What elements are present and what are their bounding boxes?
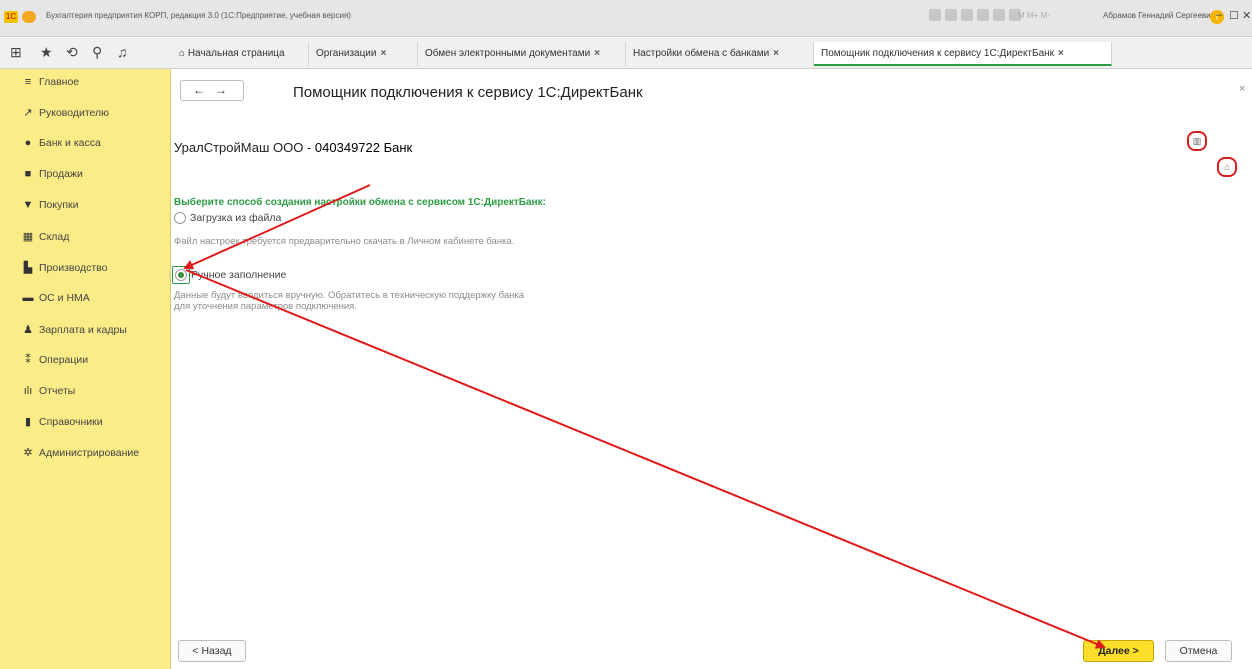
question-label: Выберите способ создания настройки обмен…	[174, 197, 546, 208]
option-file-hint: Файл настроек требуется предварительно с…	[174, 236, 515, 247]
sidebar-item-manager[interactable]: ↗ Руководителю	[0, 100, 170, 126]
close-icon[interactable]: ×	[1058, 48, 1064, 59]
option-file-radio[interactable]	[174, 212, 186, 225]
current-user[interactable]: Абрамов Геннадий Сергеевич	[1103, 11, 1215, 20]
sections-sidebar: ≡ Главное ↗ Руководителю ● Банк и касса ■ Пр…	[0, 69, 171, 669]
apps-grid-icon[interactable]: ⊞	[10, 44, 22, 61]
sidebar-item-bank[interactable]: ● Банк и касса	[0, 130, 170, 156]
home-icon: ⌂	[179, 48, 186, 59]
tab-label: Начальная страница	[187, 48, 285, 59]
organization-bank: УралСтройМаш ООО - 040349722 Банк	[174, 140, 413, 155]
tab-home[interactable]: ⌂ Начальная страница	[172, 42, 309, 66]
close-icon[interactable]: ×	[594, 48, 600, 59]
title-bar: 1С Бухгалтерия предприятия КОРП, редакци…	[0, 0, 1252, 37]
attach-icon[interactable]	[977, 9, 989, 22]
sidebar-item-directories[interactable]: ▮ Справочники	[0, 409, 170, 435]
cart-icon: ▼	[22, 199, 34, 211]
sidebar-item-admin[interactable]: ✲ Администрирование	[0, 440, 170, 466]
sidebar-item-main[interactable]: ≡ Главное	[0, 69, 170, 95]
sidebar-item-salary[interactable]: ♟ Зарплата и кадры	[0, 317, 170, 343]
sidebar-item-production[interactable]: ▙ Производство	[0, 255, 170, 281]
close-icon[interactable]: ×	[380, 48, 386, 59]
option-manual-hint: Данные будут вводиться вручную. Обратите…	[174, 290, 525, 312]
save-icon[interactable]	[929, 9, 941, 22]
back-button[interactable]: < Назад	[178, 640, 246, 662]
next-button[interactable]: Далее >	[1083, 640, 1154, 662]
panel-icons: ⊞ ★ ⟲ ⚲ ♫	[0, 38, 170, 68]
app-title: Бухгалтерия предприятия КОРП, редакция 3…	[46, 11, 351, 20]
tab-label: Помощник подключения к сервису 1С:Директ…	[821, 48, 1055, 59]
nav-buttons: ← →	[180, 80, 244, 101]
warehouse-icon: ▦	[22, 231, 34, 243]
bank-icon[interactable]: ⌂	[1217, 157, 1237, 177]
person-icon: ♟	[23, 324, 33, 336]
close-icon[interactable]: ×	[773, 48, 779, 59]
favorites-icon[interactable]: ★	[40, 44, 53, 61]
maximize-button[interactable]: ☐	[1229, 9, 1239, 22]
preview-icon[interactable]	[961, 9, 973, 22]
close-icon[interactable]: ×	[1239, 83, 1245, 95]
back-arrow-icon[interactable]: ←	[193, 83, 205, 97]
wizard-form: ← → Помощник подключения к сервису 1С:Ди…	[171, 69, 1252, 669]
close-window-button[interactable]: ✕	[1242, 9, 1251, 22]
tab-label: Организации	[316, 48, 377, 59]
coins-icon: ●	[24, 137, 32, 149]
minimize-button[interactable]: –	[1216, 9, 1222, 21]
main-menu-button[interactable]	[22, 11, 36, 23]
memory-indicators[interactable]: M M+ M-	[1018, 11, 1050, 20]
sidebar-item-purchases[interactable]: ▼ Покупки	[0, 192, 170, 218]
tab-bank-settings[interactable]: Настройки обмена с банками ×	[626, 42, 814, 66]
sidebar-item-operations[interactable]: ⁑ Операции	[0, 347, 170, 373]
app-logo-icon: 1С	[4, 11, 18, 23]
option-file-row[interactable]: Загрузка из файла	[174, 212, 282, 225]
history-icon[interactable]: ⟲	[66, 44, 78, 61]
truck-icon: ▬	[22, 292, 34, 304]
tab-label: Обмен электронными документами	[425, 48, 591, 59]
book-icon: ▮	[24, 416, 32, 428]
forward-arrow-icon[interactable]: →	[215, 83, 227, 97]
factory-icon: ▙	[23, 262, 33, 274]
option-manual-radio[interactable]	[175, 269, 187, 282]
tab-directbank-wizard[interactable]: Помощник подключения к сервису 1С:Директ…	[814, 42, 1112, 66]
option-file-label: Загрузка из файла	[190, 212, 282, 224]
shopping-bag-icon: ■	[24, 168, 32, 180]
tab-bar: ⊞ ★ ⟲ ⚲ ♫ ⌂ Начальная страница Организац…	[0, 38, 1252, 69]
tab-edo[interactable]: Обмен электронными документами ×	[418, 42, 626, 66]
sidebar-item-warehouse[interactable]: ▦ Склад	[0, 224, 170, 250]
organization-icon[interactable]: ▥	[1187, 131, 1207, 151]
option-manual-label: Ручное заполнение	[191, 268, 287, 281]
search-icon[interactable]: ⚲	[92, 44, 102, 61]
option-manual-focus	[172, 266, 190, 285]
print-icon[interactable]	[945, 9, 957, 22]
chart-line-icon: ↗	[23, 107, 33, 119]
tab-organizations[interactable]: Организации ×	[309, 42, 418, 66]
sidebar-item-assets[interactable]: ▬ ОС и НМА	[0, 285, 170, 311]
bar-chart-icon: ılı	[23, 385, 33, 397]
page-title: Помощник подключения к сервису 1С:Директ…	[293, 84, 643, 101]
menu-icon: ≡	[24, 76, 32, 88]
notifications-icon[interactable]: ♫	[117, 44, 128, 60]
option-manual-row[interactable]: Ручное заполнение	[172, 266, 287, 285]
calendar-icon[interactable]	[993, 9, 1005, 22]
operations-icon: ⁑	[25, 354, 31, 366]
tab-label: Настройки обмена с банками	[633, 48, 770, 59]
title-toolbar	[929, 9, 1025, 25]
gear-icon: ✲	[23, 447, 33, 459]
sidebar-item-sales[interactable]: ■ Продажи	[0, 161, 170, 187]
sidebar-item-reports[interactable]: ılı Отчеты	[0, 378, 170, 404]
cancel-button[interactable]: Отмена	[1165, 640, 1232, 662]
